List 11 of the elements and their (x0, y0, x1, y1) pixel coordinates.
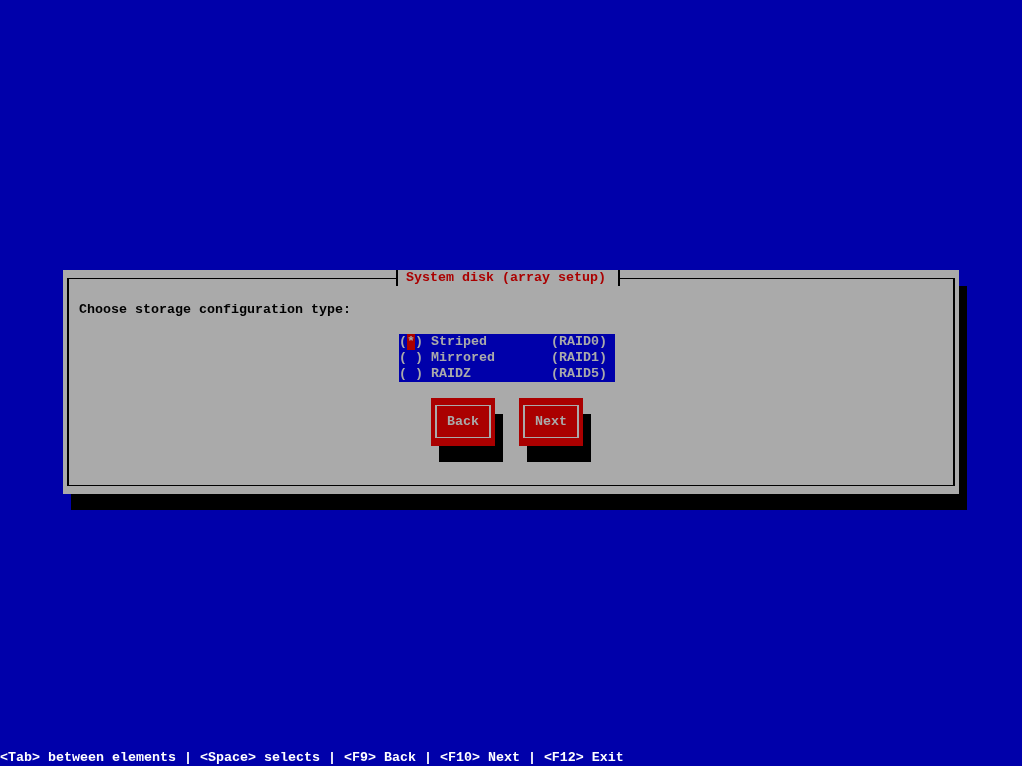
raid-level-text: (RAID0) (551, 334, 607, 350)
raid-level-text: (RAID1) (551, 350, 607, 366)
status-bar-text: <Tab> between elements | <Space> selects | <F9> Back | <F10> Next | <F12> Exit (0, 750, 624, 766)
option-label[interactable]: RAIDZ (431, 366, 471, 382)
radio-button[interactable]: ( ) (399, 366, 423, 382)
prompt-text: Choose storage configuration type: (79, 302, 351, 318)
option-label[interactable]: Striped (431, 334, 487, 350)
radio-button[interactable]: ( ) (399, 350, 423, 366)
option-label[interactable]: Mirrored (431, 350, 495, 366)
raid-level-text: (RAID5) (551, 366, 607, 382)
dialog-title: System disk (array setup) (396, 270, 620, 286)
